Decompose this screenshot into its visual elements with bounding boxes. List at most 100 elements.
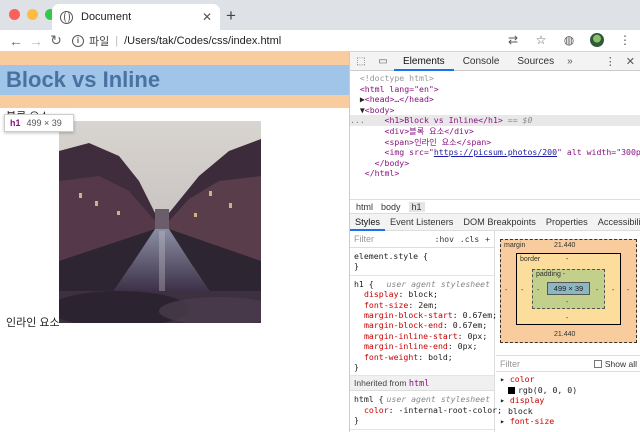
- dom-node-h1-selected[interactable]: ... <h1>Block vs Inline</h1> == $0: [350, 115, 640, 126]
- decl-font-weight[interactable]: font-weight: bold;: [354, 352, 490, 362]
- padding-right-value[interactable]: -: [596, 287, 598, 294]
- h1-ua-rule: user agent stylesheet h1 { display: block…: [350, 276, 497, 377]
- browser-toolbar: ← → ↻ i 파일 | /Users/tak/Codes/css/index.…: [0, 30, 640, 52]
- decl-margin-inline-start[interactable]: margin-inline-start: 0px;: [354, 331, 490, 341]
- new-tab-button[interactable]: +: [226, 6, 236, 26]
- computed-value-color: rgb(0, 0, 0): [500, 385, 577, 396]
- forward-arrow-icon[interactable]: →: [26, 33, 46, 49]
- show-all-label: Show all: [604, 358, 637, 369]
- styles-filter-row: Filter :hov .cls +: [350, 231, 494, 248]
- img-src-link[interactable]: https://picsum.photos/200: [434, 147, 557, 157]
- menu-kebab-icon[interactable]: ⋮: [618, 33, 632, 47]
- close-window-button[interactable]: [9, 9, 20, 20]
- breadcrumb-h1[interactable]: h1: [408, 201, 425, 212]
- profile-avatar[interactable]: [590, 33, 604, 47]
- decl-color[interactable]: color: -internal-root-color;: [354, 405, 502, 415]
- dom-node-html[interactable]: <html lang="en">: [350, 84, 640, 95]
- computed-prop-display[interactable]: ▸ display: [500, 395, 577, 406]
- dom-node-img[interactable]: <img src="https://picsum.photos/200" alt…: [350, 147, 640, 158]
- url-separator: |: [115, 34, 119, 47]
- tab-properties[interactable]: Properties: [541, 213, 593, 231]
- border-bottom-value[interactable]: -: [566, 315, 568, 322]
- show-all-toggle[interactable]: Show all: [593, 358, 637, 369]
- add-rule-button[interactable]: +: [485, 235, 490, 244]
- border-left-value[interactable]: -: [521, 287, 523, 294]
- dom-node-doctype[interactable]: <!doctype html>: [350, 73, 640, 84]
- tab-accessibility[interactable]: Accessibility: [593, 213, 640, 231]
- info-icon[interactable]: i: [72, 34, 84, 47]
- back-arrow-icon[interactable]: ←: [6, 33, 26, 49]
- more-tabs-icon[interactable]: »: [563, 56, 577, 67]
- padding-left-value[interactable]: -: [537, 287, 539, 294]
- computed-prop-color[interactable]: ▸ color: [500, 374, 577, 385]
- computed-pane: 499 × 39 margin 21.440 21.440 - - border…: [496, 231, 640, 432]
- url-scheme-label: 파일: [89, 35, 110, 48]
- dom-node-span[interactable]: <span>인라인 요소</span>: [350, 137, 640, 148]
- browser-tab-bar: Document ✕ +: [0, 0, 640, 30]
- margin-left-value[interactable]: -: [505, 287, 507, 294]
- cls-toggle[interactable]: .cls: [460, 235, 479, 244]
- inspect-element-icon[interactable]: ⬚: [350, 56, 372, 67]
- tab-dom-breakpoints[interactable]: DOM Breakpoints: [458, 213, 541, 231]
- tab-sources[interactable]: Sources: [508, 52, 563, 71]
- page-viewport: Block vs Inline 블록 요소 h1 499 × 39: [0, 52, 349, 432]
- device-toolbar-icon[interactable]: ▭: [372, 56, 394, 67]
- border-right-value[interactable]: -: [612, 287, 614, 294]
- tab-styles[interactable]: Styles: [350, 213, 386, 231]
- margin-right-value[interactable]: -: [627, 287, 629, 294]
- dom-node-body-close[interactable]: </body>: [350, 158, 640, 169]
- tooltip-tag: h1: [10, 118, 21, 128]
- tab-event-listeners[interactable]: Event Listeners: [385, 213, 458, 231]
- styles-filter-input[interactable]: Filter: [354, 234, 435, 244]
- url-text[interactable]: /Users/tak/Codes/css/index.html: [124, 35, 281, 47]
- reload-icon[interactable]: ↻: [46, 32, 66, 49]
- computed-filter-input[interactable]: Filter: [500, 359, 594, 369]
- close-devtools-icon[interactable]: ✕: [626, 55, 635, 68]
- decl-margin-block-end[interactable]: margin-block-end: 0.67em;: [354, 320, 490, 330]
- box-model-diagram: 499 × 39 margin 21.440 21.440 - - border…: [500, 239, 637, 343]
- hov-toggle[interactable]: :hov: [435, 235, 454, 244]
- dom-node-div[interactable]: <div>블록 요소</div>: [350, 126, 640, 137]
- tab-elements[interactable]: Elements: [394, 52, 454, 71]
- box-model-content[interactable]: 499 × 39: [547, 282, 590, 295]
- border-label: border: [520, 256, 541, 263]
- tooltip-size: 499 × 39: [26, 118, 62, 128]
- browser-tab[interactable]: Document ✕: [52, 4, 220, 30]
- close-tab-icon[interactable]: ✕: [202, 10, 212, 24]
- element-style-rule[interactable]: element.style { }: [350, 248, 494, 276]
- breadcrumb-html[interactable]: html: [356, 202, 373, 212]
- devtools-menu-icon[interactable]: ⋮: [605, 55, 616, 68]
- border-top-value[interactable]: -: [566, 256, 568, 263]
- decl-font-size[interactable]: font-size: 2em;: [354, 300, 490, 310]
- decl-margin-block-start[interactable]: margin-block-start: 0.67em;: [354, 310, 497, 320]
- devtools-tab-bar: ⬚ ▭ Elements Console Sources » ⋮ ✕: [350, 52, 640, 71]
- breadcrumb: html body h1: [350, 199, 640, 213]
- canal-photo-image: [59, 121, 261, 323]
- minimize-window-button[interactable]: [27, 9, 38, 20]
- decl-margin-inline-end[interactable]: margin-inline-end: 0px;: [354, 341, 490, 351]
- canal-photo: [59, 121, 261, 323]
- breadcrumb-body[interactable]: body: [381, 202, 401, 212]
- dom-node-head[interactable]: ▶<head>…</head>: [350, 94, 640, 105]
- margin-bottom-value[interactable]: 21.440: [554, 331, 575, 338]
- decl-display[interactable]: display: block;: [354, 289, 490, 299]
- dom-node-body[interactable]: ▼<body>: [350, 105, 640, 116]
- tab-console[interactable]: Console: [454, 52, 509, 71]
- color-swatch[interactable]: [508, 386, 515, 394]
- dom-node-html-close[interactable]: </html>: [350, 168, 640, 179]
- margin-top-value[interactable]: 21.440: [554, 242, 575, 249]
- ua-origin-label: user agent stylesheet: [386, 278, 490, 289]
- tab-title: Document: [81, 11, 132, 23]
- translate-icon[interactable]: ⇄: [506, 33, 520, 47]
- dom-tree: <!doctype html> <html lang="en"> ▶<head>…: [350, 71, 640, 199]
- padding-bottom-value[interactable]: -: [566, 299, 568, 306]
- address-bar[interactable]: i 파일 | /Users/tak/Codes/css/index.html: [72, 32, 281, 50]
- bookmark-star-icon[interactable]: ☆: [534, 33, 548, 47]
- devtools-controls: ⋮ ✕: [605, 52, 635, 71]
- computed-properties-list: ▸ color rgb(0, 0, 0) ▸ display block ▸ f…: [500, 374, 577, 427]
- extension-icon[interactable]: ◍: [562, 33, 576, 47]
- inherited-tag-link[interactable]: html: [409, 379, 429, 389]
- show-all-checkbox[interactable]: [593, 359, 602, 368]
- computed-value-display: block: [508, 405, 533, 416]
- computed-prop-font-size[interactable]: ▸ font-size: [500, 416, 577, 427]
